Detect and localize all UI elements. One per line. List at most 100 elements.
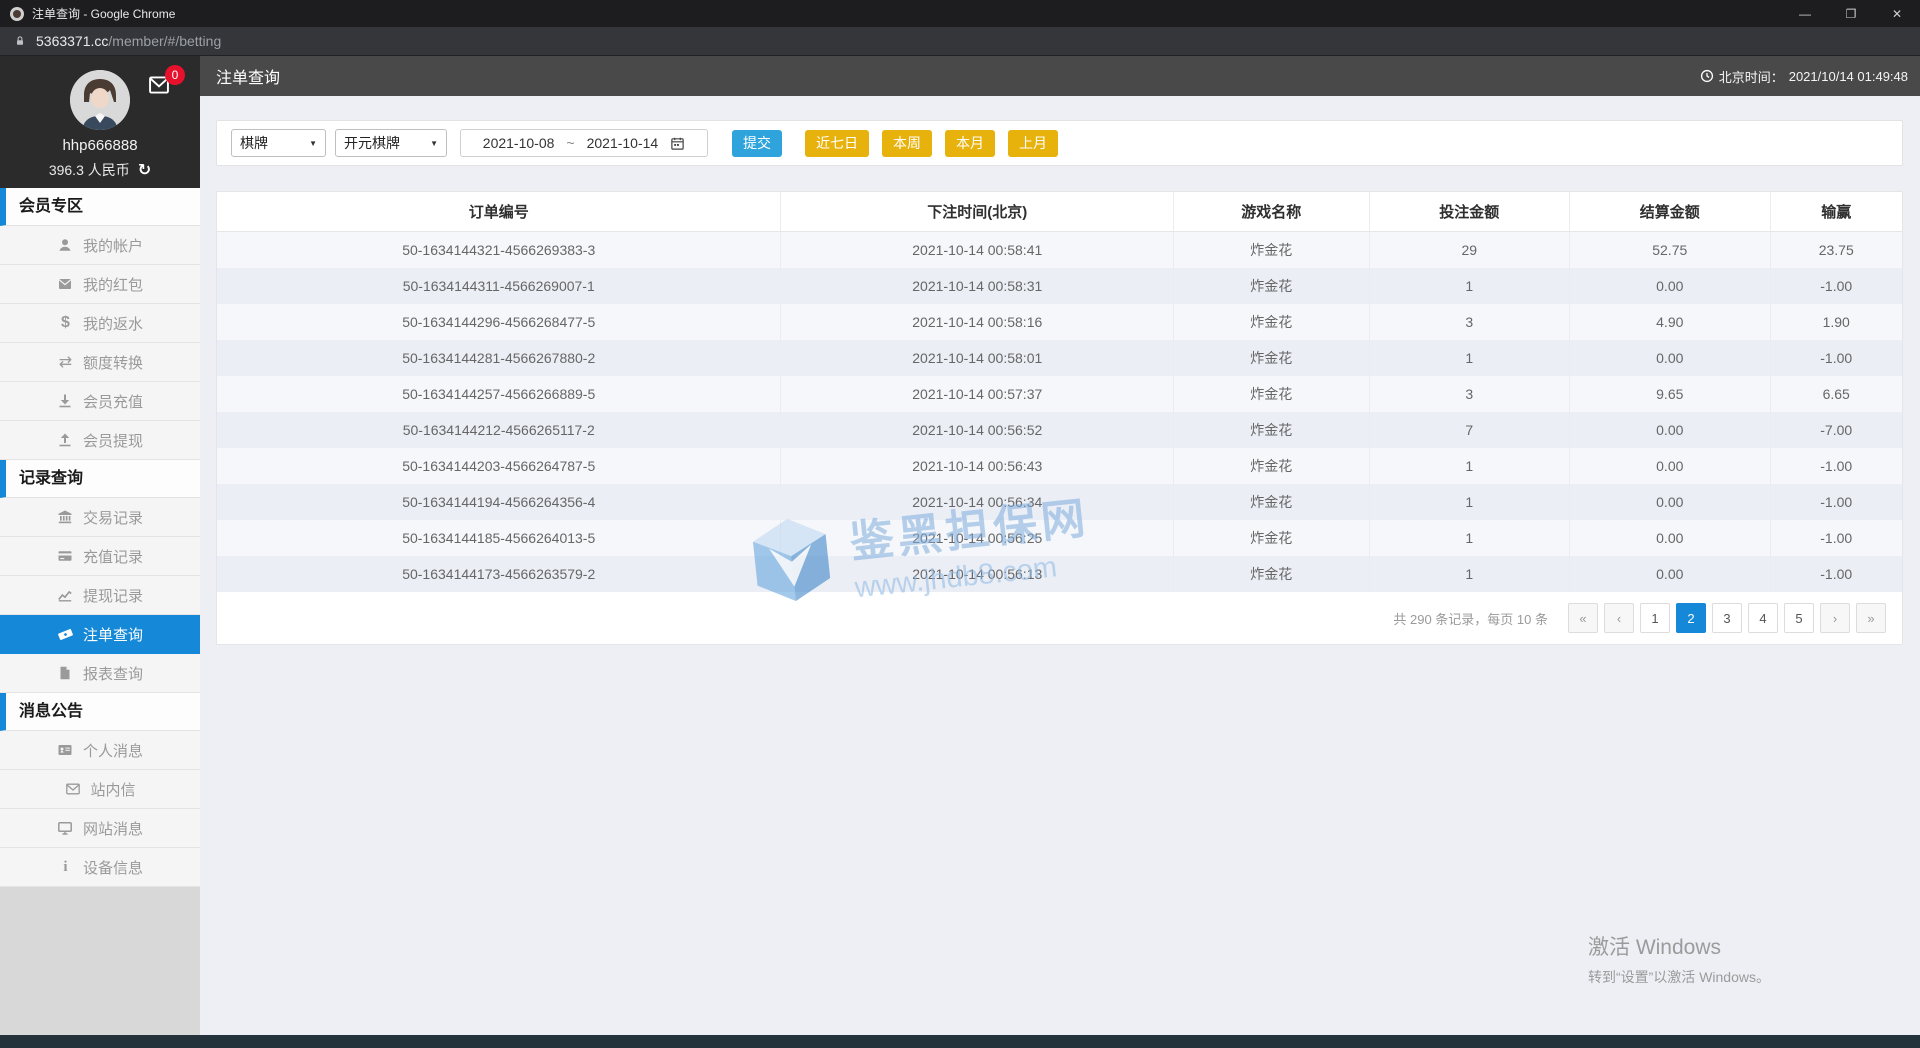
pager-nav-button[interactable]: › [1820, 603, 1850, 633]
table-cell: 1.90 [1822, 314, 1850, 330]
table-cell: 0.00 [1570, 268, 1771, 304]
sidebar-item-withdraw[interactable]: 会员提现 [0, 421, 200, 460]
table-cell: 0.00 [1570, 484, 1771, 520]
sidebar-item-label: 会员提现 [82, 432, 143, 450]
sidebar-item-label: 我的返水 [82, 315, 143, 333]
column-header: 下注时间(北京) [781, 192, 1175, 231]
table-cell: 0.00 [1570, 556, 1771, 592]
provider-select-value: 开元棋牌 [344, 135, 400, 151]
table-cell: 3 [1370, 304, 1571, 340]
report-icon [57, 665, 74, 681]
sidebar-item-label: 额度转换 [82, 354, 143, 372]
table-body: 50-1634144321-4566269383-3 2021-10-14 00:… [217, 232, 1902, 592]
table-cell: 4.90 [1570, 304, 1771, 340]
table-header-row: 订单编号 下注时间(北京) 游戏名称 投注金额 结算金额 输赢 [217, 192, 1902, 232]
table-cell: 9.65 [1570, 376, 1771, 412]
table-cell: 2021-10-14 00:58:41 [781, 232, 1175, 268]
address-bar[interactable]: 5363371.cc/member/#/betting [0, 27, 1920, 56]
site-favicon-icon [10, 6, 24, 21]
sidebar-item-label: 我的帐户 [82, 237, 143, 255]
close-button[interactable]: ✕ [1874, 0, 1920, 27]
monitor-icon [57, 820, 74, 836]
chevron-down-icon: ▼ [309, 138, 317, 148]
table-cell: 50-1634144321-4566269383-3 [217, 232, 782, 268]
sidebar: 0 hhp666888 396.3 人民币 ↻ 会员专区 我的帐户 我的红包 $ 我的返… [0, 56, 200, 1035]
pager-page-button[interactable]: 2 [1676, 603, 1706, 633]
credit-card-icon [57, 548, 74, 564]
sidebar-item-transfer[interactable]: ⇄ 额度转换 [0, 343, 200, 382]
sidebar-item-dollar[interactable]: $ 我的返水 [0, 304, 200, 343]
pager-page-button[interactable]: 4 [1748, 603, 1778, 633]
sidebar-item-deposit[interactable]: 会员充值 [0, 382, 200, 421]
table-cell: -1.00 [1820, 494, 1853, 510]
sidebar-item-monitor[interactable]: 网站消息 [0, 809, 200, 848]
sidebar-item-label: 设备信息 [82, 859, 143, 877]
table-cell: 50-1634144311-4566269007-1 [217, 268, 782, 304]
sidebar-item-bank[interactable]: 交易记录 [0, 498, 200, 537]
minimize-button[interactable]: — [1782, 0, 1828, 27]
table-cell: 1 [1370, 484, 1571, 520]
pager-page-button[interactable]: 3 [1712, 603, 1742, 633]
chart-line-icon [57, 587, 74, 603]
pager-page-button[interactable]: 5 [1784, 603, 1814, 633]
sidebar-item-chart-line[interactable]: 提现记录 [0, 576, 200, 615]
sidebar-item-user[interactable]: 我的帐户 [0, 226, 200, 265]
table-cell: 3 [1370, 376, 1571, 412]
deposit-icon [57, 393, 74, 409]
sidebar-item-credit-card[interactable]: 充值记录 [0, 537, 200, 576]
quick-range-button[interactable]: 本月 [945, 129, 995, 157]
pager-nav-button[interactable]: » [1856, 603, 1886, 633]
avatar[interactable] [70, 70, 130, 130]
table-row: 50-1634144321-4566269383-3 2021-10-14 00:… [217, 232, 1902, 268]
sidebar-item-info[interactable]: i 设备信息 [0, 848, 200, 887]
sidebar-section-title: 消息公告 [0, 693, 200, 731]
sidebar-item-label: 充值记录 [82, 548, 143, 566]
sidebar-item-report[interactable]: 报表查询 [0, 654, 200, 693]
pager-nav-button[interactable]: « [1568, 603, 1598, 633]
submit-button[interactable]: 提交 [732, 129, 782, 157]
sidebar-item-mail-outline[interactable]: 站内信 [0, 770, 200, 809]
table-cell: 0.00 [1570, 448, 1771, 484]
mail-outline-icon [64, 781, 81, 797]
bet-table: 订单编号 下注时间(北京) 游戏名称 投注金额 结算金额 输赢 50-1634144321… [216, 191, 1903, 645]
sidebar-item-id-card[interactable]: 个人消息 [0, 731, 200, 770]
date-range-input[interactable]: 2021-10-08 ~ 2021-10-14 [460, 129, 708, 157]
page-header: 注单查询 北京时间： 2021/10/14 01:49:48 [200, 56, 1920, 96]
table-cell: 炸金花 [1174, 520, 1370, 556]
table-cell: 2021-10-14 00:56:52 [781, 412, 1175, 448]
table-cell: 50-1634144281-4566267880-2 [217, 340, 782, 376]
table-row: 50-1634144173-4566263579-2 2021-10-14 00:… [217, 556, 1902, 592]
pager-nav-button[interactable]: ‹ [1604, 603, 1634, 633]
table-cell: 6.65 [1822, 386, 1850, 402]
table-cell: 1 [1370, 556, 1571, 592]
table-row: 50-1634144194-4566264356-4 2021-10-14 00:… [217, 484, 1902, 520]
quick-range-button[interactable]: 本周 [882, 129, 932, 157]
table-row: 50-1634144257-4566266889-5 2021-10-14 00:… [217, 376, 1902, 412]
sidebar-item-label: 报表查询 [82, 665, 143, 683]
table-cell: 50-1634144185-4566264013-5 [217, 520, 782, 556]
page-title: 注单查询 [216, 70, 281, 87]
beijing-time: 北京时间： 2021/10/14 01:49:48 [1700, 67, 1908, 86]
sidebar-section-title: 会员专区 [0, 188, 200, 226]
windows-activation-notice: 激活 Windows 转到“设置”以激活 Windows。 [1588, 931, 1770, 987]
category-select[interactable]: 棋牌 ▼ [231, 129, 326, 157]
refresh-balance-icon[interactable]: ↻ [138, 160, 151, 180]
provider-select[interactable]: 开元棋牌 ▼ [335, 129, 447, 157]
mail-button[interactable]: 0 [146, 65, 185, 101]
sidebar-item-ticket[interactable]: 注单查询 [0, 615, 200, 654]
quick-range-button[interactable]: 近七日 [805, 129, 869, 157]
info-icon: i [63, 858, 68, 875]
table-cell: 29 [1370, 232, 1571, 268]
table-cell: 50-1634144257-4566266889-5 [217, 376, 782, 412]
table-row: 50-1634144203-4566264787-5 2021-10-14 00:… [217, 448, 1902, 484]
quick-range-button[interactable]: 上月 [1008, 129, 1058, 157]
pager-page-button[interactable]: 1 [1640, 603, 1670, 633]
sidebar-item-red-packet[interactable]: 我的红包 [0, 265, 200, 304]
table-cell: -1.00 [1820, 350, 1853, 366]
url-path: /member/#/betting [108, 33, 222, 49]
restore-button[interactable]: ❐ [1828, 0, 1874, 27]
calendar-icon [670, 136, 685, 151]
table-cell: 1 [1370, 448, 1571, 484]
table-row: 50-1634144296-4566268477-5 2021-10-14 00:… [217, 304, 1902, 340]
table-cell: -1.00 [1820, 566, 1853, 582]
